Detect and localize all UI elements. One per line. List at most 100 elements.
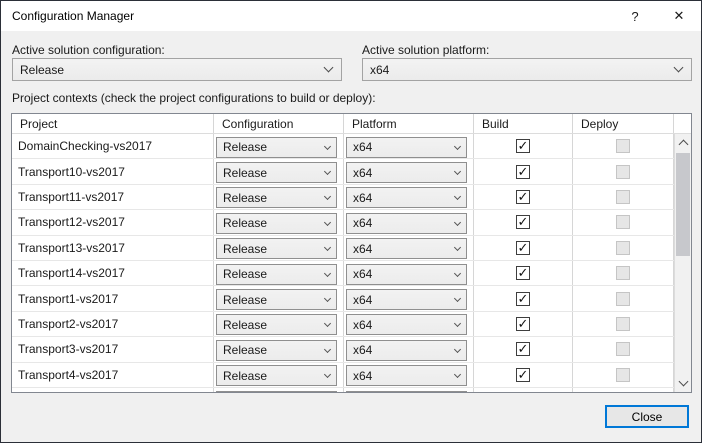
build-checkbox[interactable]: ✓ — [516, 292, 530, 306]
build-cell: ✓ — [474, 261, 573, 285]
project-name-cell[interactable]: Transport10-vs2017 — [12, 159, 214, 183]
project-name-cell[interactable]: Transport1-vs2017 — [12, 286, 214, 310]
project-contexts-label: Project contexts (check the project conf… — [12, 91, 376, 105]
configuration-select[interactable] — [216, 391, 337, 392]
platform-select-value: x64 — [353, 369, 455, 383]
configuration-cell — [214, 388, 344, 392]
project-name-cell[interactable]: Transport13-vs2017 — [12, 236, 214, 260]
project-name: Transport14-vs2017 — [18, 266, 125, 280]
build-cell: ✓ — [474, 210, 573, 234]
configuration-select-value: Release — [223, 267, 325, 281]
chevron-down-icon — [454, 295, 461, 302]
configuration-cell: Release — [214, 261, 344, 285]
platform-select[interactable]: x64 — [346, 213, 467, 234]
build-checkbox[interactable]: ✓ — [516, 215, 530, 229]
titlebar[interactable]: Configuration Manager ? ✕ — [1, 1, 701, 31]
project-name-cell[interactable] — [12, 388, 214, 392]
vertical-scrollbar[interactable] — [674, 134, 691, 392]
configuration-select-value: Release — [223, 191, 325, 205]
platform-cell: x64 — [344, 159, 474, 183]
configuration-select[interactable]: Release — [216, 365, 337, 386]
chevron-down-icon — [324, 270, 331, 277]
build-cell: ✓ — [474, 363, 573, 387]
project-name-cell[interactable]: Transport12-vs2017 — [12, 210, 214, 234]
build-checkbox[interactable]: ✓ — [516, 317, 530, 331]
build-checkbox[interactable]: ✓ — [516, 165, 530, 179]
configuration-select-value: Release — [223, 293, 325, 307]
build-checkbox[interactable]: ✓ — [516, 241, 530, 255]
project-name: Transport12-vs2017 — [18, 215, 125, 229]
deploy-cell — [573, 363, 674, 387]
scrollbar-thumb[interactable] — [676, 153, 690, 256]
configuration-select[interactable]: Release — [216, 238, 337, 259]
active-platform-value: x64 — [370, 63, 675, 77]
project-name-cell[interactable]: Transport3-vs2017 — [12, 337, 214, 361]
platform-select[interactable]: x64 — [346, 365, 467, 386]
project-name: Transport13-vs2017 — [18, 241, 125, 255]
configuration-select[interactable]: Release — [216, 187, 337, 208]
platform-select[interactable]: x64 — [346, 137, 467, 158]
configuration-select[interactable]: Release — [216, 137, 337, 158]
build-checkbox[interactable]: ✓ — [516, 368, 530, 382]
scroll-up-button[interactable] — [675, 134, 691, 151]
build-cell: ✓ — [474, 159, 573, 183]
configuration-select[interactable]: Release — [216, 162, 337, 183]
project-name-cell[interactable]: Transport4-vs2017 — [12, 363, 214, 387]
platform-select[interactable]: x64 — [346, 162, 467, 183]
build-checkbox[interactable]: ✓ — [516, 342, 530, 356]
platform-select[interactable]: x64 — [346, 264, 467, 285]
chevron-down-icon — [454, 371, 461, 378]
close-button[interactable]: Close — [605, 405, 689, 428]
platform-select[interactable]: x64 — [346, 187, 467, 208]
deploy-checkbox — [616, 266, 630, 280]
deploy-checkbox — [616, 292, 630, 306]
build-checkbox[interactable]: ✓ — [516, 190, 530, 204]
help-button[interactable]: ? — [613, 1, 657, 31]
deploy-checkbox — [616, 368, 630, 382]
window-close-button[interactable]: ✕ — [657, 1, 701, 31]
active-configuration-label: Active solution configuration: — [12, 43, 165, 57]
project-name: Transport4-vs2017 — [18, 368, 118, 382]
platform-select-value: x64 — [353, 242, 455, 256]
scroll-down-button[interactable] — [675, 375, 691, 392]
deploy-cell — [573, 159, 674, 183]
project-name-cell[interactable]: Transport11-vs2017 — [12, 185, 214, 209]
project-name-cell[interactable]: Transport2-vs2017 — [12, 312, 214, 336]
build-checkbox[interactable]: ✓ — [516, 139, 530, 153]
chevron-down-icon — [324, 193, 331, 200]
configuration-select[interactable]: Release — [216, 340, 337, 361]
table-row: Transport11-vs2017 Release x64 ✓ — [12, 185, 674, 210]
configuration-select[interactable]: Release — [216, 314, 337, 335]
active-configuration-select[interactable]: Release — [12, 58, 342, 81]
deploy-cell — [573, 134, 674, 158]
configuration-select[interactable]: Release — [216, 289, 337, 310]
deploy-cell — [573, 388, 674, 392]
platform-select[interactable] — [346, 391, 467, 392]
platform-cell: x64 — [344, 185, 474, 209]
build-cell: ✓ — [474, 312, 573, 336]
project-name: Transport3-vs2017 — [18, 342, 118, 356]
configuration-select-value: Release — [223, 369, 325, 383]
configuration-cell: Release — [214, 286, 344, 310]
configuration-select[interactable]: Release — [216, 264, 337, 285]
platform-select[interactable]: x64 — [346, 340, 467, 361]
platform-select[interactable]: x64 — [346, 314, 467, 335]
platform-select[interactable]: x64 — [346, 238, 467, 259]
chevron-down-icon — [454, 270, 461, 277]
project-name: DomainChecking-vs2017 — [18, 139, 152, 153]
active-configuration-value: Release — [20, 63, 325, 77]
deploy-checkbox — [616, 215, 630, 229]
platform-cell: x64 — [344, 261, 474, 285]
project-name-cell[interactable]: DomainChecking-vs2017 — [12, 134, 214, 158]
project-name-cell[interactable]: Transport14-vs2017 — [12, 261, 214, 285]
configuration-cell: Release — [214, 236, 344, 260]
build-cell: ✓ — [474, 134, 573, 158]
grid-body: DomainChecking-vs2017Releasex64✓Transpor… — [12, 134, 674, 392]
deploy-checkbox — [616, 342, 630, 356]
build-cell: ✓ — [474, 337, 573, 361]
platform-select[interactable]: x64 — [346, 289, 467, 310]
column-header-configuration: Configuration — [214, 114, 344, 133]
configuration-select[interactable]: Release — [216, 213, 337, 234]
build-checkbox[interactable]: ✓ — [516, 266, 530, 280]
active-platform-select[interactable]: x64 — [362, 58, 692, 81]
